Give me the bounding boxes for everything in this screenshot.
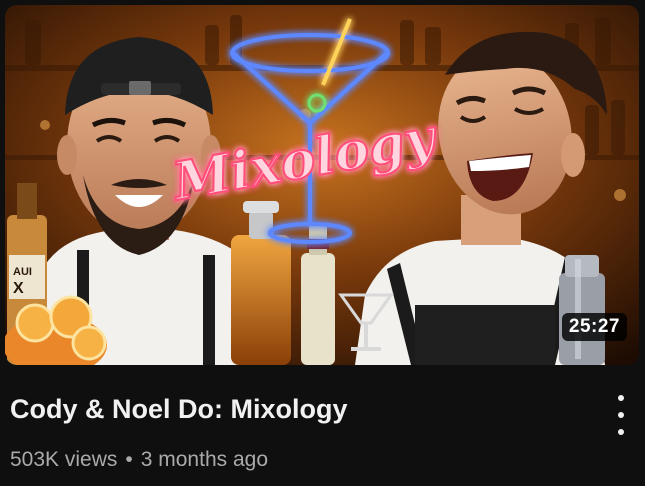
left-bottle-label-top: AUI [13,266,32,278]
kebab-dot [618,429,624,435]
video-metadata: 503K views • 3 months ago [10,446,268,474]
cocktail-shaker [559,255,605,365]
kebab-dot [618,412,624,418]
meta-separator: • [125,448,133,471]
view-count: 503K views [10,448,118,471]
thumbnail-artwork: AUI X Mixology [5,5,639,365]
video-title[interactable]: Cody & Noel Do: Mixology [10,392,348,426]
duration-badge: 25:27 [561,313,627,341]
upload-age: 3 months ago [140,448,269,471]
kebab-dot [618,395,624,401]
video-thumbnail[interactable]: AUI X Mixology 25:27 [5,5,639,365]
left-bottle-label-bottom: X [13,280,24,297]
more-vert-icon[interactable] [606,395,636,435]
video-card[interactable]: AUI X Mixology 25:27 Cody & Noel Do: Mix… [0,0,645,486]
